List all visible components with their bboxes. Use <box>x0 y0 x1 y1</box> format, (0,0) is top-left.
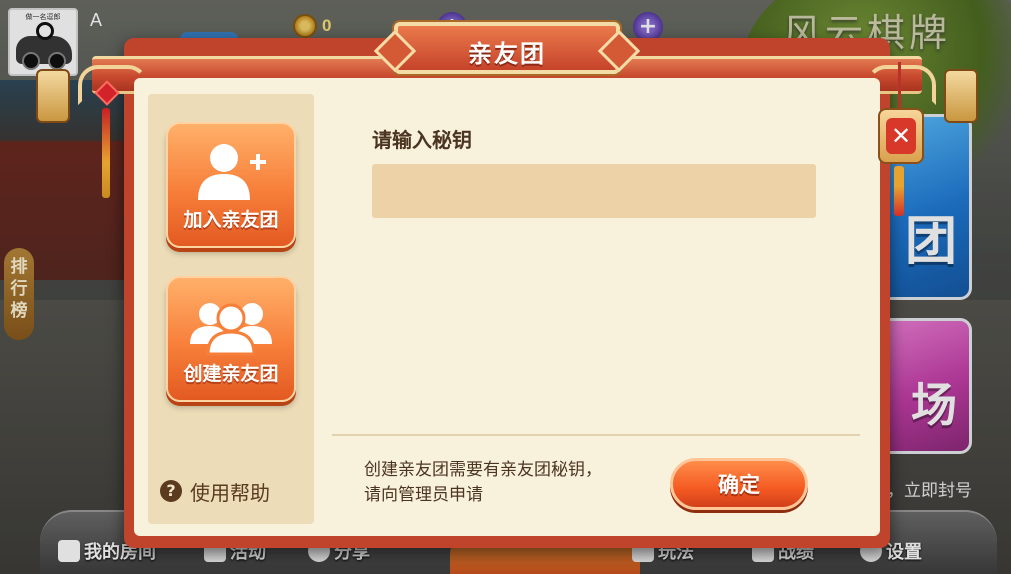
create-group-button[interactable]: 创建亲友团 <box>166 276 296 402</box>
title-plate: 亲友团 <box>394 22 620 74</box>
join-group-label: 加入亲友团 <box>183 209 279 231</box>
scroll-end-right-ornament <box>944 69 978 123</box>
tassel-ornament <box>102 108 110 198</box>
divider <box>332 434 860 436</box>
close-button[interactable]: ✕ <box>878 108 924 164</box>
add-user-icon <box>168 142 294 202</box>
dialog-title: 亲友团 <box>468 40 546 68</box>
group-icon <box>168 296 294 356</box>
close-button-string <box>898 62 901 108</box>
dialog-body: 加入亲友团 创建亲友团 ? 使用帮助 请输入秘钥 创建亲友团需要有亲友团秘钥， … <box>134 78 880 536</box>
close-icon: ✕ <box>886 118 916 154</box>
tassel-ornament <box>894 166 904 216</box>
friend-group-dialog: 亲友团 加入亲友团 创建亲友团 ? 使用帮助 请输入秘钥 创建亲友团需要有亲友团… <box>36 22 978 548</box>
scroll-end-left-ornament <box>36 69 70 123</box>
footnote-line: 请向管理员申请 <box>364 485 483 505</box>
confirm-button[interactable]: 确定 <box>670 458 808 510</box>
help-link[interactable]: ? 使用帮助 <box>160 476 270 506</box>
footnote-line: 创建亲友团需要有亲友团秘钥， <box>364 460 602 480</box>
join-group-button[interactable]: 加入亲友团 <box>166 122 296 248</box>
dialog-sidebar: 加入亲友团 创建亲友团 ? 使用帮助 <box>148 94 314 524</box>
question-icon: ? <box>160 480 182 502</box>
key-input-label: 请输入秘钥 <box>372 128 472 152</box>
footnote-text: 创建亲友团需要有亲友团秘钥， 请向管理员申请 <box>364 458 602 508</box>
create-group-label: 创建亲友团 <box>183 363 279 385</box>
help-label: 使用帮助 <box>190 480 270 505</box>
chinese-knot-ornament <box>94 80 120 244</box>
key-input[interactable] <box>372 164 816 218</box>
